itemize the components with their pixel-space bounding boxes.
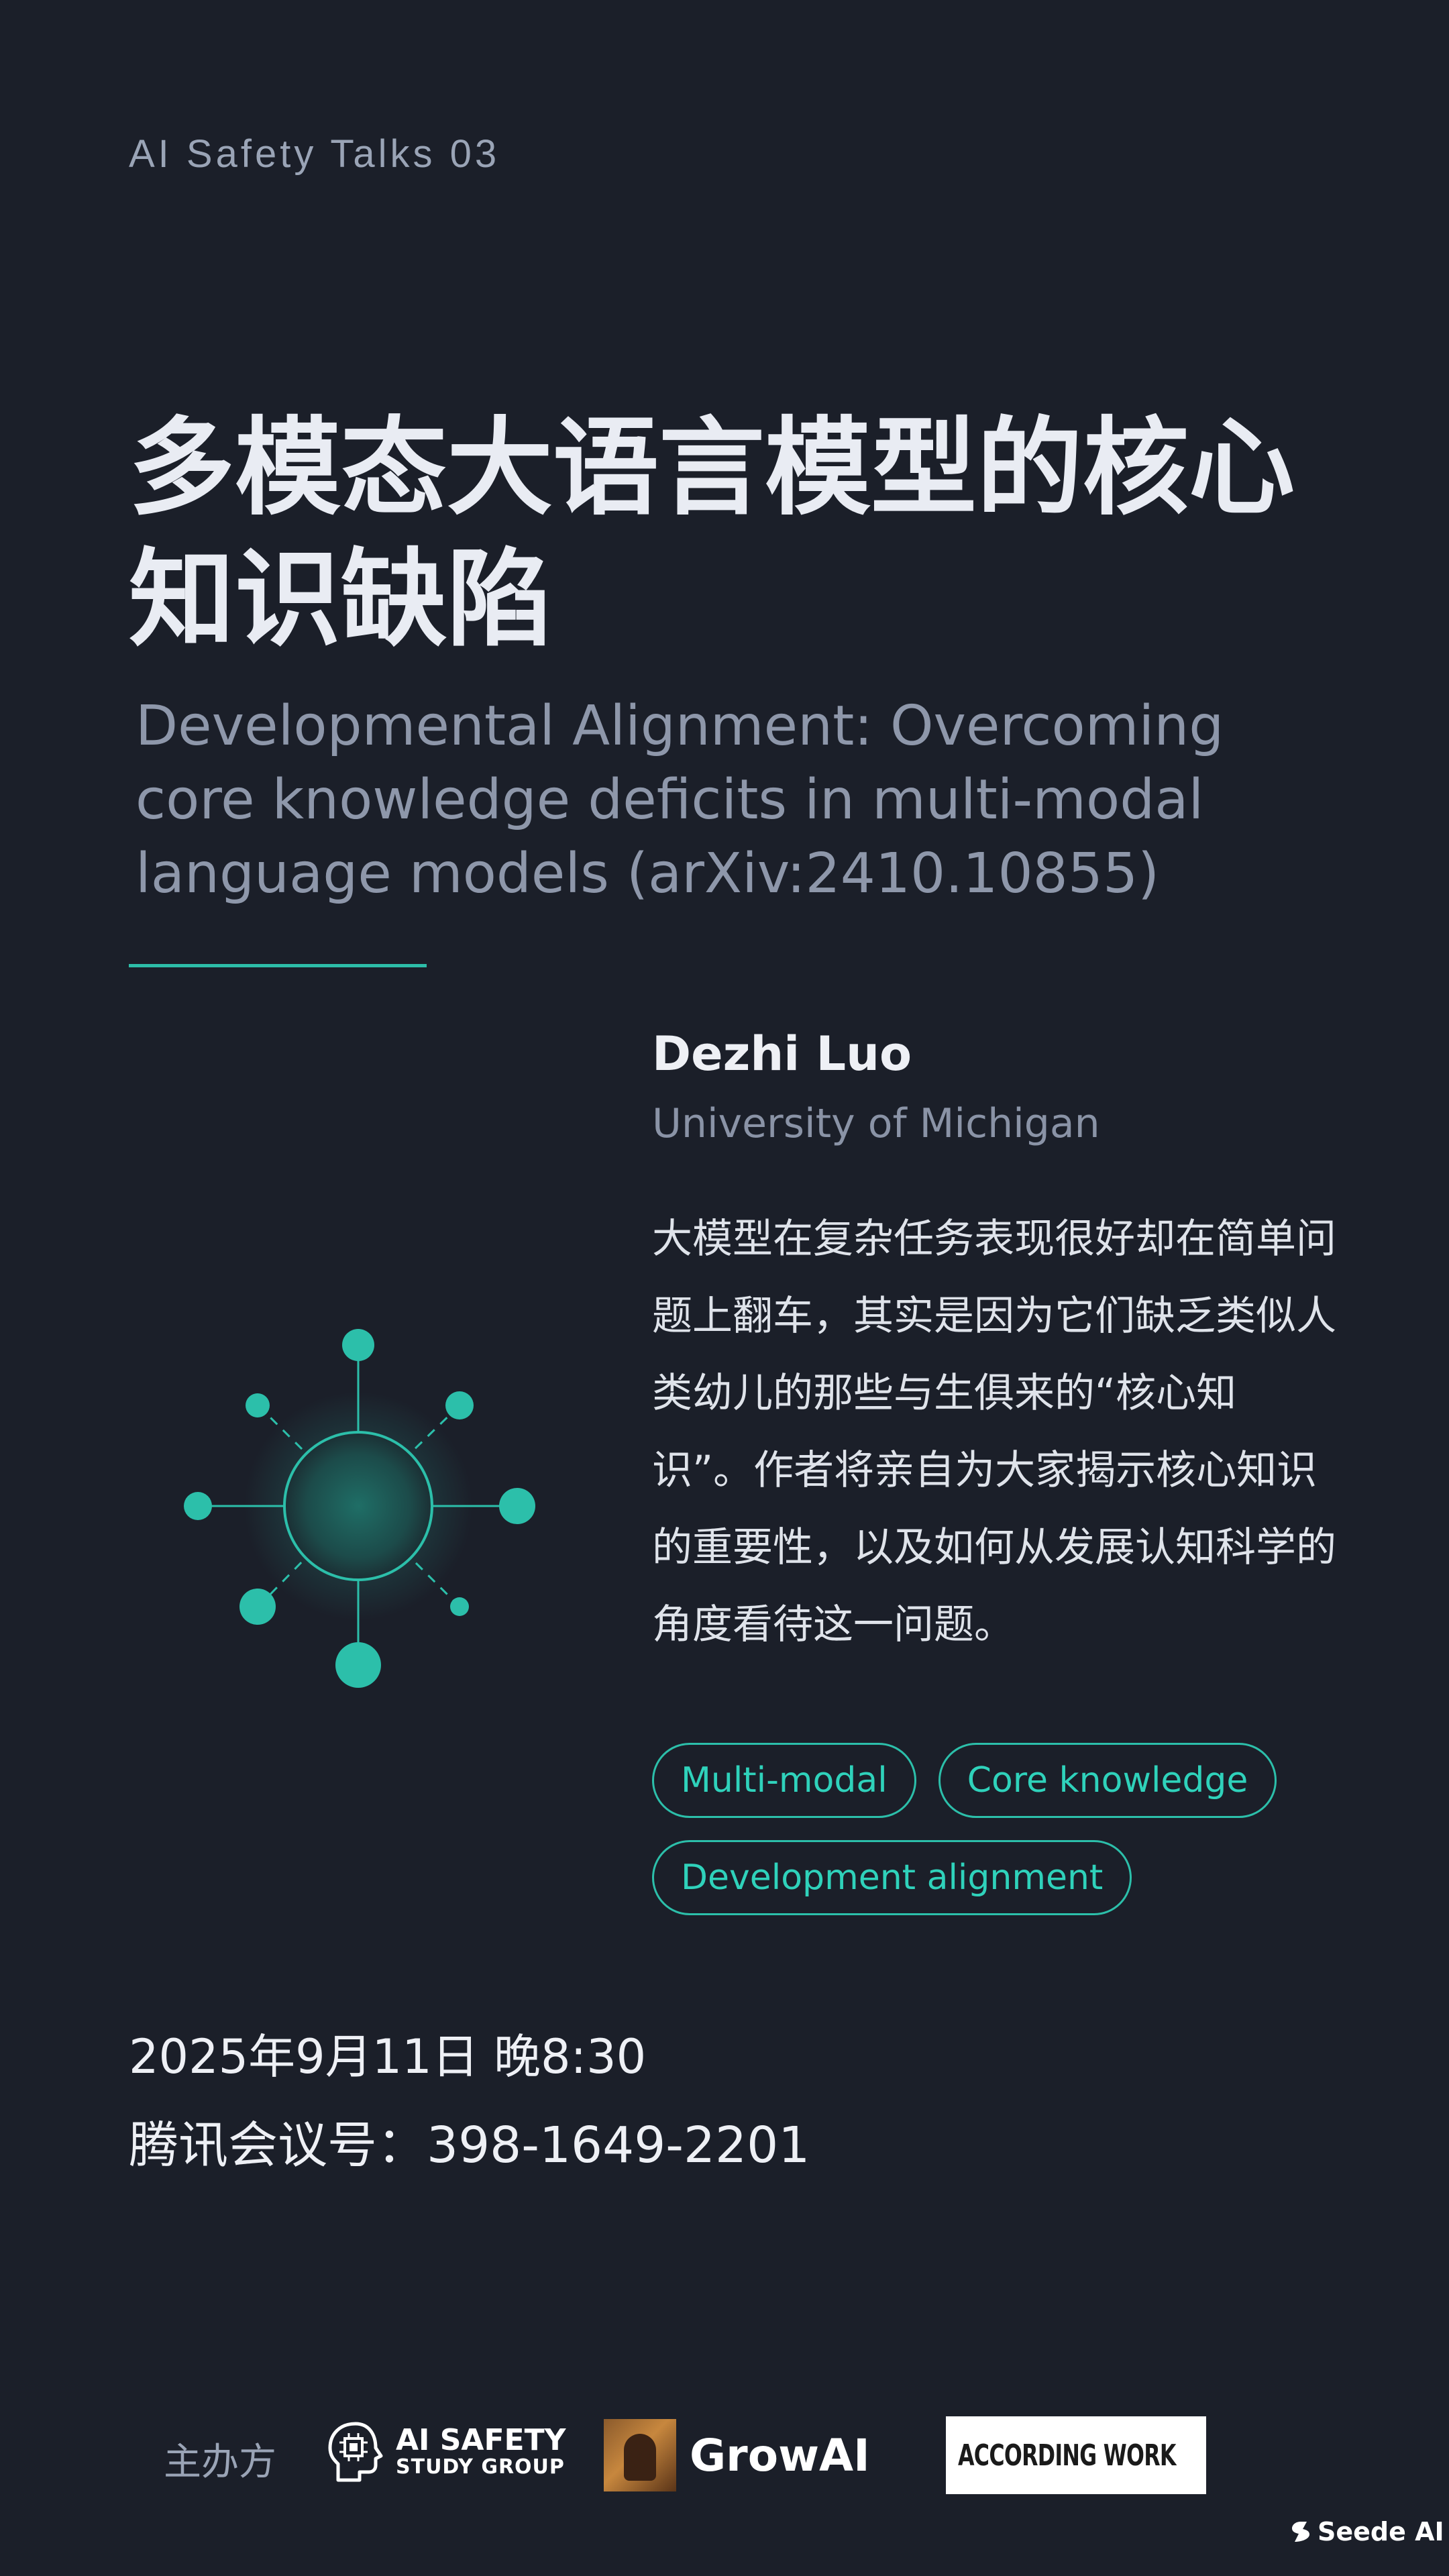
speaker-name: Dezhi Luo [652,1026,912,1081]
brain-chip-icon [328,2422,383,2482]
ai-safety-logo-line2: STUDY GROUP [396,2455,565,2479]
accent-divider [129,964,427,967]
meeting-id: 腾讯会议号：398-1649-2201 [129,2116,810,2174]
event-date: 2025年9月11日 晚8:30 [129,2029,647,2084]
molecule-network-icon [184,1329,535,1688]
tag-list: Multi-modal Core knowledge Development a… [652,1743,1350,1915]
watermark-text: Seede AI [1318,2517,1444,2546]
growai-logo: GrowAI [604,2419,870,2491]
tag-core-knowledge: Core knowledge [938,1743,1277,1818]
ai-safety-logo-line1: AI SAFETY [396,2423,566,2457]
page-title: 多模态大语言模型的核心知识缺陷 [129,407,1295,661]
tag-multi-modal: Multi-modal [652,1743,916,1818]
series-label: AI Safety Talks 03 [129,132,500,176]
speaker-affiliation: University of Michigan [652,1100,1100,1147]
talk-description: 大模型在复杂任务表现很好却在简单问题上翻车，其实是因为它们缺乏类似人类幼儿的那些… [652,1216,1336,1648]
organizer-label: 主办方 [164,2440,276,2484]
paper-subtitle: Developmental Alignment: Overcoming core… [136,694,1224,906]
seede-watermark: Seede AI [1289,2517,1444,2546]
tag-development-alignment: Development alignment [652,1840,1132,1915]
growai-logo-image [604,2419,676,2491]
according-work-logo-text: ACCORDING WORK [958,2438,1176,2473]
seede-logo-icon [1292,2522,1309,2542]
ai-safety-logo: AI SAFETY STUDY GROUP [325,2418,566,2485]
according-work-logo: ACCORDING WORK [946,2416,1206,2494]
growai-logo-text: GrowAI [690,2429,870,2481]
